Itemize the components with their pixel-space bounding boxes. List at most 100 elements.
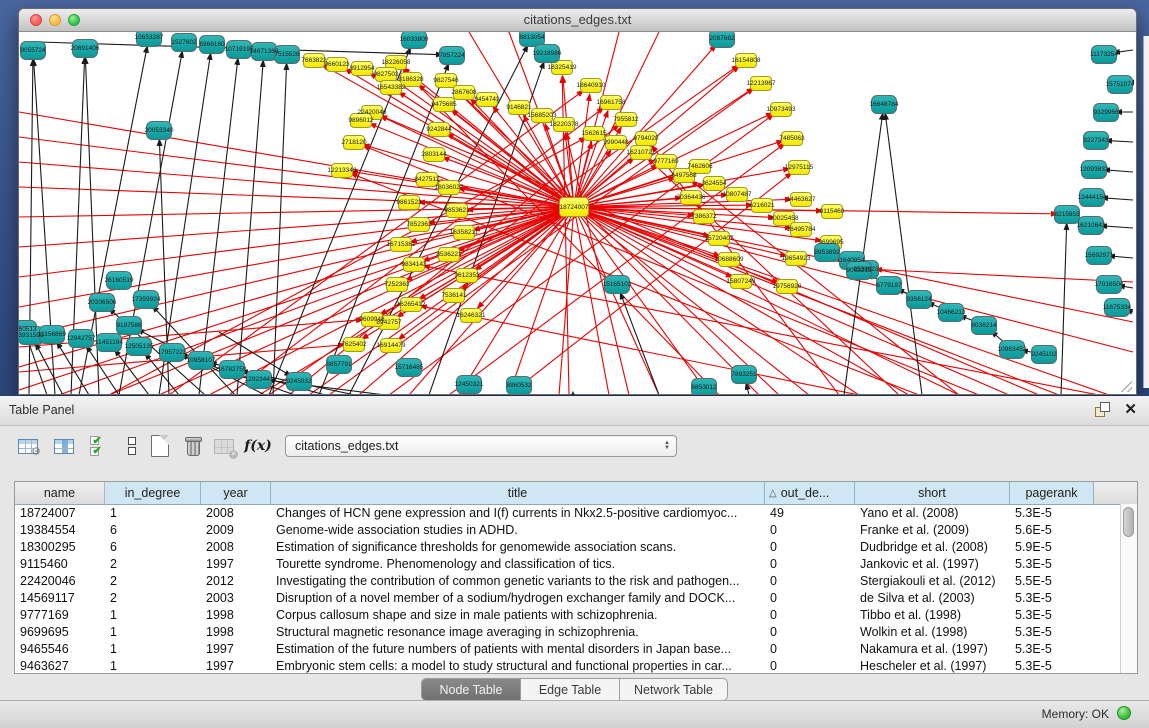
graph-node[interactable]: 18495784 <box>790 222 812 237</box>
table-cell[interactable]: 2003 <box>201 591 271 605</box>
table-cell[interactable]: 5.3E-5 <box>1010 659 1094 673</box>
table-cell[interactable]: 5.3E-5 <box>1010 591 1094 605</box>
graph-node[interactable]: 12505135 <box>126 337 152 356</box>
graph-node[interactable]: 8960532 <box>506 376 532 395</box>
graph-node[interactable]: 9055724 <box>20 41 46 60</box>
graph-node[interactable]: 11451194 <box>96 333 122 352</box>
table-cell[interactable]: 9463627 <box>15 659 105 673</box>
graph-node[interactable]: 12444154 <box>1079 188 1105 207</box>
graph-node[interactable]: 2087682 <box>709 32 735 48</box>
graph-node[interactable]: 18220378 <box>553 117 575 132</box>
graph-node[interactable]: 15751074 <box>1107 75 1133 94</box>
table-cell[interactable]: Dudbridge et al. (2008) <box>855 540 1010 554</box>
table-cell[interactable]: 18724007 <box>15 506 105 520</box>
graph-node[interactable]: 7663822 <box>303 53 325 68</box>
graph-node[interactable]: 20364436 <box>680 190 702 205</box>
table-row[interactable]: 1938455462009Genome-wide association stu… <box>15 521 1121 538</box>
table-cell[interactable]: 1998 <box>201 608 271 622</box>
graph-node[interactable]: 9861523 <box>398 195 420 210</box>
graph-node[interactable]: 7955812 <box>615 112 637 127</box>
graph-node[interactable]: 20053340 <box>146 121 172 140</box>
table-cell[interactable]: 1 <box>105 625 201 639</box>
table-cell[interactable]: 5.3E-5 <box>1010 557 1094 571</box>
table-cell[interactable]: 2 <box>105 591 201 605</box>
table-cell[interactable]: Embryonic stem cells: a model to study s… <box>271 659 765 673</box>
table-cell[interactable]: 14569117 <box>15 591 105 605</box>
graph-node[interactable]: 9990448 <box>605 135 627 150</box>
table-cell[interactable]: Genome-wide association studies in ADHD. <box>271 523 765 537</box>
table-cell[interactable]: Corpus callosum shape and size in male p… <box>271 608 765 622</box>
graph-node[interactable]: 8036214 <box>971 316 997 335</box>
network-window-titlebar[interactable]: citations_edges.txt <box>19 9 1136 32</box>
table-cell[interactable]: Nakamura et al. (1997) <box>855 642 1010 656</box>
table-cell[interactable]: 1997 <box>201 642 271 656</box>
graph-node[interactable]: 7252363 <box>386 277 408 292</box>
graph-node[interactable]: 12450321 <box>456 375 482 394</box>
table-cell[interactable]: Estimation of the future numbers of pati… <box>271 642 765 656</box>
table-cell[interactable]: 2008 <box>201 506 271 520</box>
graph-node[interactable]: 16033809 <box>401 32 427 49</box>
vertical-scrollbar[interactable] <box>1120 504 1137 673</box>
graph-node[interactable]: 12093832 <box>1081 160 1107 179</box>
graph-node[interactable]: 9227343 <box>1083 131 1109 150</box>
table-cell[interactable]: Yano et al. (2008) <box>855 506 1010 520</box>
table-cell[interactable]: 2012 <box>201 574 271 588</box>
graph-node[interactable]: 11675334 <box>1104 298 1130 317</box>
memory-ok-indicator[interactable] <box>1117 706 1131 720</box>
graph-node[interactable]: 9853621 <box>446 203 468 218</box>
table-cell[interactable]: Changes of HCN gene expression and I(f) … <box>271 506 765 520</box>
table-cell[interactable]: 18300295 <box>15 540 105 554</box>
graph-node[interactable]: 14463627 <box>790 192 812 207</box>
graph-node[interactable]: 11173254 <box>1091 45 1117 64</box>
table-cell[interactable]: 2008 <box>201 540 271 554</box>
table-row[interactable]: 969969511998Structural magnetic resonanc… <box>15 623 1121 640</box>
graph-node[interactable]: 10719195 <box>226 40 252 59</box>
table-cell[interactable]: 0 <box>765 540 855 554</box>
graph-node[interactable]: 9197588 <box>116 316 142 335</box>
table-cell[interactable]: 1997 <box>201 557 271 571</box>
table-cell[interactable]: 1 <box>105 642 201 656</box>
column-header-out-de-[interactable]: △out_de... <box>765 482 855 504</box>
table-cell[interactable]: 5.3E-5 <box>1010 625 1094 639</box>
table-cell[interactable]: 19384554 <box>15 523 105 537</box>
graph-node[interactable]: 6966160 <box>199 35 225 54</box>
graph-node[interactable]: 15692971 <box>1086 246 1112 265</box>
network-canvas[interactable]: 1872400776638229660123891295418226058982… <box>19 32 1134 394</box>
column-header-year[interactable]: year <box>201 482 271 504</box>
graph-node[interactable]: 16246321 <box>460 308 482 323</box>
graph-node[interactable]: 9857791 <box>326 355 352 374</box>
column-header-in-degree[interactable]: in_degree <box>105 482 201 504</box>
table-cell[interactable]: 5.3E-5 <box>1010 608 1094 622</box>
select-columns-button[interactable] <box>52 433 76 459</box>
graph-node[interactable]: 7625402 <box>343 337 365 352</box>
graph-node[interactable]: 7386372 <box>693 209 715 224</box>
new-attribute-button[interactable] <box>148 433 172 459</box>
graph-node[interactable]: 9475685 <box>433 97 455 112</box>
table-cell[interactable]: Wolkin et al. (1998) <box>855 625 1010 639</box>
graph-node[interactable]: 19756928 <box>776 279 798 294</box>
graph-node[interactable]: 16210643 <box>1078 216 1104 235</box>
table-row[interactable]: 1456911722003Disruption of a novel membe… <box>15 589 1121 606</box>
graph-node[interactable]: 19654923 <box>785 251 807 266</box>
table-cell[interactable]: 9777169 <box>15 608 105 622</box>
graph-node[interactable]: 9245032 <box>286 372 312 391</box>
table-selector-dropdown[interactable]: citations_edges.txt ▲▼ <box>285 435 677 457</box>
graph-node[interactable]: 16154808 <box>735 53 757 68</box>
graph-hub-node[interactable]: 18724007 <box>559 197 589 217</box>
graph-node[interactable]: 2803144 <box>423 147 445 162</box>
table-cell[interactable]: 9465546 <box>15 642 105 656</box>
graph-node[interactable]: 19218986 <box>534 44 560 63</box>
close-panel-icon[interactable]: ✕ <box>1124 402 1137 417</box>
table-cell[interactable]: 5.3E-5 <box>1010 642 1094 656</box>
graph-node[interactable]: 20691406 <box>72 39 98 58</box>
scrollbar-thumb[interactable] <box>1123 507 1134 537</box>
column-header-title[interactable]: title <box>271 482 765 504</box>
table-cell[interactable]: 6 <box>105 540 201 554</box>
graph-node[interactable]: 15165103 <box>604 275 630 294</box>
graph-node[interactable]: 9612353 <box>456 268 478 283</box>
graph-node[interactable]: 10688609 <box>718 252 740 267</box>
graph-node[interactable]: 6853012 <box>691 378 717 395</box>
table-row[interactable]: 977716911998Corpus callosum shape and si… <box>15 606 1121 623</box>
graph-node[interactable]: 26160519 <box>106 271 132 290</box>
column-header-name[interactable]: name <box>15 482 105 504</box>
